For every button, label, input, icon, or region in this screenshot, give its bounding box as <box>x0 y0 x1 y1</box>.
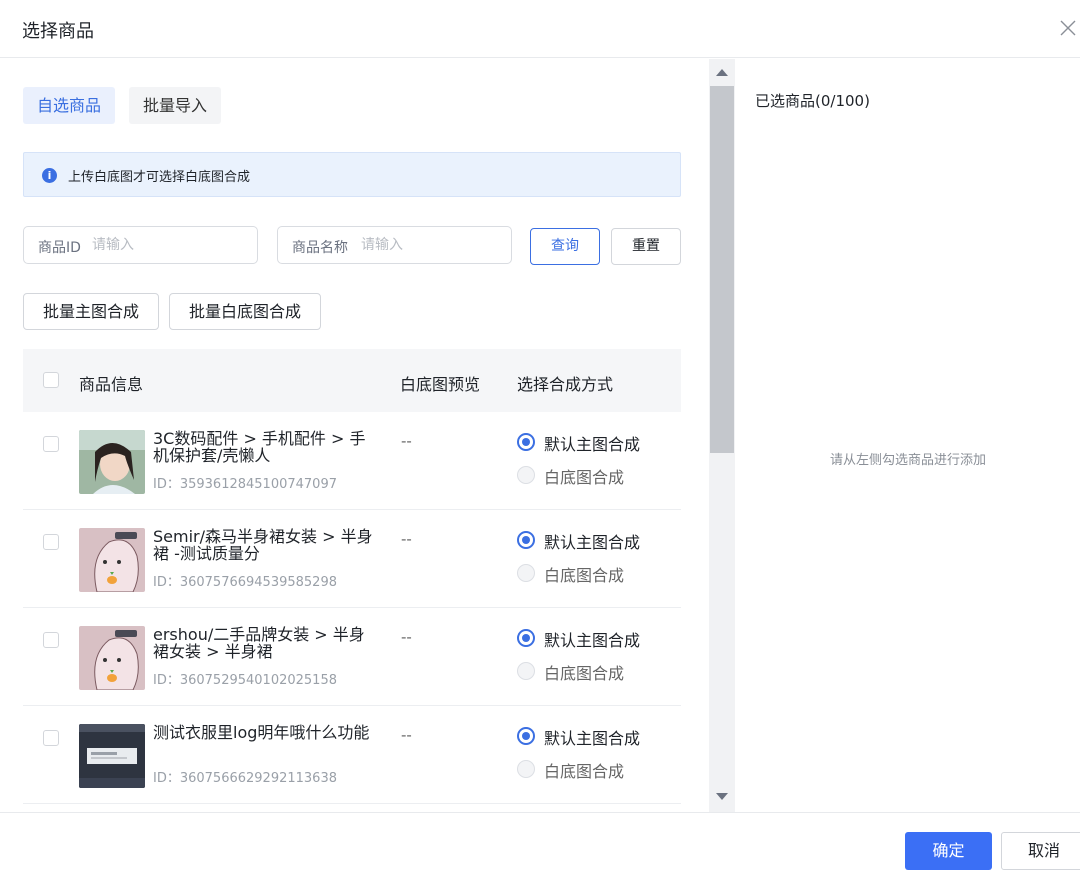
white-preview-value: -- <box>401 530 412 548</box>
option-default-main-label: 默认主图合成 <box>544 729 641 748</box>
selected-products-panel: 已选商品(0/100) 请从左侧勾选商品进行添加 <box>736 59 1080 812</box>
vertical-scrollbar[interactable] <box>709 59 735 812</box>
radio-white-bg[interactable] <box>517 466 535 484</box>
product-thumbnail <box>79 626 145 690</box>
product-name-label: 商品名称 <box>292 240 348 256</box>
product-name-input[interactable] <box>361 227 501 263</box>
table-header: 商品信息 白底图预览 选择合成方式 <box>23 349 681 412</box>
dialog-title: 选择商品 <box>22 21 94 42</box>
select-all-checkbox[interactable] <box>43 372 59 388</box>
query-button[interactable]: 查询 <box>530 228 600 265</box>
header-white-preview: 白底图预览 <box>400 375 481 394</box>
row-checkbox[interactable] <box>43 632 59 648</box>
notice-text: 上传白底图才可选择白底图合成 <box>68 170 251 185</box>
dialog-header: 选择商品 <box>0 0 1080 58</box>
product-name: 3C数码配件 > 手机配件 > 手机保护套/壳懒人 <box>153 429 366 465</box>
option-white-bg-label: 白底图合成 <box>544 468 625 487</box>
tab-bar: 自选商品 批量导入 <box>23 87 222 124</box>
tab-batch-import[interactable]: 批量导入 <box>129 87 222 124</box>
product-id: ID：3607566629292113638 <box>153 771 337 786</box>
product-thumbnail <box>79 724 145 788</box>
product-name-field[interactable]: 商品名称 <box>277 226 512 264</box>
selected-count-title: 已选商品(0/100) <box>755 92 870 110</box>
info-notice: i 上传白底图才可选择白底图合成 <box>23 152 681 197</box>
product-id-field[interactable]: 商品ID <box>23 226 258 264</box>
reset-button[interactable]: 重置 <box>611 228 681 265</box>
product-name: Semir/森马半身裙女装 > 半身裙 -测试质量分 <box>153 527 373 563</box>
product-id: ID：3607529540102025158 <box>153 673 337 688</box>
table-row: Semir/森马半身裙女装 > 半身裙 -测试质量分 ID：3607576694… <box>23 510 681 608</box>
product-name: 测试衣服里log明年哦什么功能 <box>153 723 370 742</box>
product-id: ID：3593612845100747097 <box>153 477 337 492</box>
product-thumbnail <box>79 528 145 592</box>
table-row: 3C数码配件 > 手机配件 > 手机保护套/壳懒人 ID：35936128451… <box>23 412 681 510</box>
white-preview-value: -- <box>401 726 412 744</box>
tab-self-select[interactable]: 自选商品 <box>23 87 116 124</box>
confirm-button[interactable]: 确定 <box>905 832 992 870</box>
batch-main-compose-button[interactable]: 批量主图合成 <box>23 293 159 330</box>
product-selection-panel: 自选商品 批量导入 i 上传白底图才可选择白底图合成 商品ID 商品名称 查询 … <box>0 59 708 812</box>
radio-white-bg[interactable] <box>517 662 535 680</box>
scroll-up-icon[interactable] <box>716 69 728 76</box>
radio-default-main[interactable] <box>517 531 535 549</box>
scrollbar-thumb[interactable] <box>710 86 734 453</box>
option-white-bg-label: 白底图合成 <box>544 762 625 781</box>
dialog-footer: 确定 取消 <box>0 812 1080 878</box>
option-default-main-label: 默认主图合成 <box>544 435 641 454</box>
table-row: 测试衣服里log明年哦什么功能 ID：3607566629292113638 -… <box>23 706 681 804</box>
product-table: 商品信息 白底图预览 选择合成方式 3C数码配件 > 手机配件 > 手机保护套/… <box>23 349 681 812</box>
row-checkbox[interactable] <box>43 730 59 746</box>
table-row: ershou/二手品牌女装 > 半身裙女装 > 半身裙 ID：360752954… <box>23 608 681 706</box>
scroll-down-icon[interactable] <box>716 793 728 800</box>
header-compose-method: 选择合成方式 <box>517 375 614 394</box>
radio-white-bg[interactable] <box>517 564 535 582</box>
radio-default-main[interactable] <box>517 727 535 745</box>
radio-default-main[interactable] <box>517 629 535 647</box>
row-checkbox[interactable] <box>43 436 59 452</box>
product-id-input[interactable] <box>92 227 247 263</box>
cancel-button[interactable]: 取消 <box>1001 832 1080 870</box>
product-id-label: 商品ID <box>38 240 81 256</box>
white-preview-value: -- <box>401 628 412 646</box>
option-white-bg-label: 白底图合成 <box>544 566 625 585</box>
header-product-info: 商品信息 <box>79 375 144 394</box>
white-preview-value: -- <box>401 432 412 450</box>
row-checkbox[interactable] <box>43 534 59 550</box>
info-icon: i <box>42 168 57 183</box>
product-id: ID：3607576694539585298 <box>153 575 337 590</box>
option-default-main-label: 默认主图合成 <box>544 631 641 650</box>
product-name: ershou/二手品牌女装 > 半身裙女装 > 半身裙 <box>153 625 365 661</box>
batch-white-compose-button[interactable]: 批量白底图合成 <box>169 293 321 330</box>
product-thumbnail <box>79 430 145 494</box>
option-default-main-label: 默认主图合成 <box>544 533 641 552</box>
empty-state-text: 请从左侧勾选商品进行添加 <box>829 453 986 468</box>
option-white-bg-label: 白底图合成 <box>544 664 625 683</box>
radio-white-bg[interactable] <box>517 760 535 778</box>
radio-default-main[interactable] <box>517 433 535 451</box>
close-icon[interactable] <box>1058 18 1078 38</box>
